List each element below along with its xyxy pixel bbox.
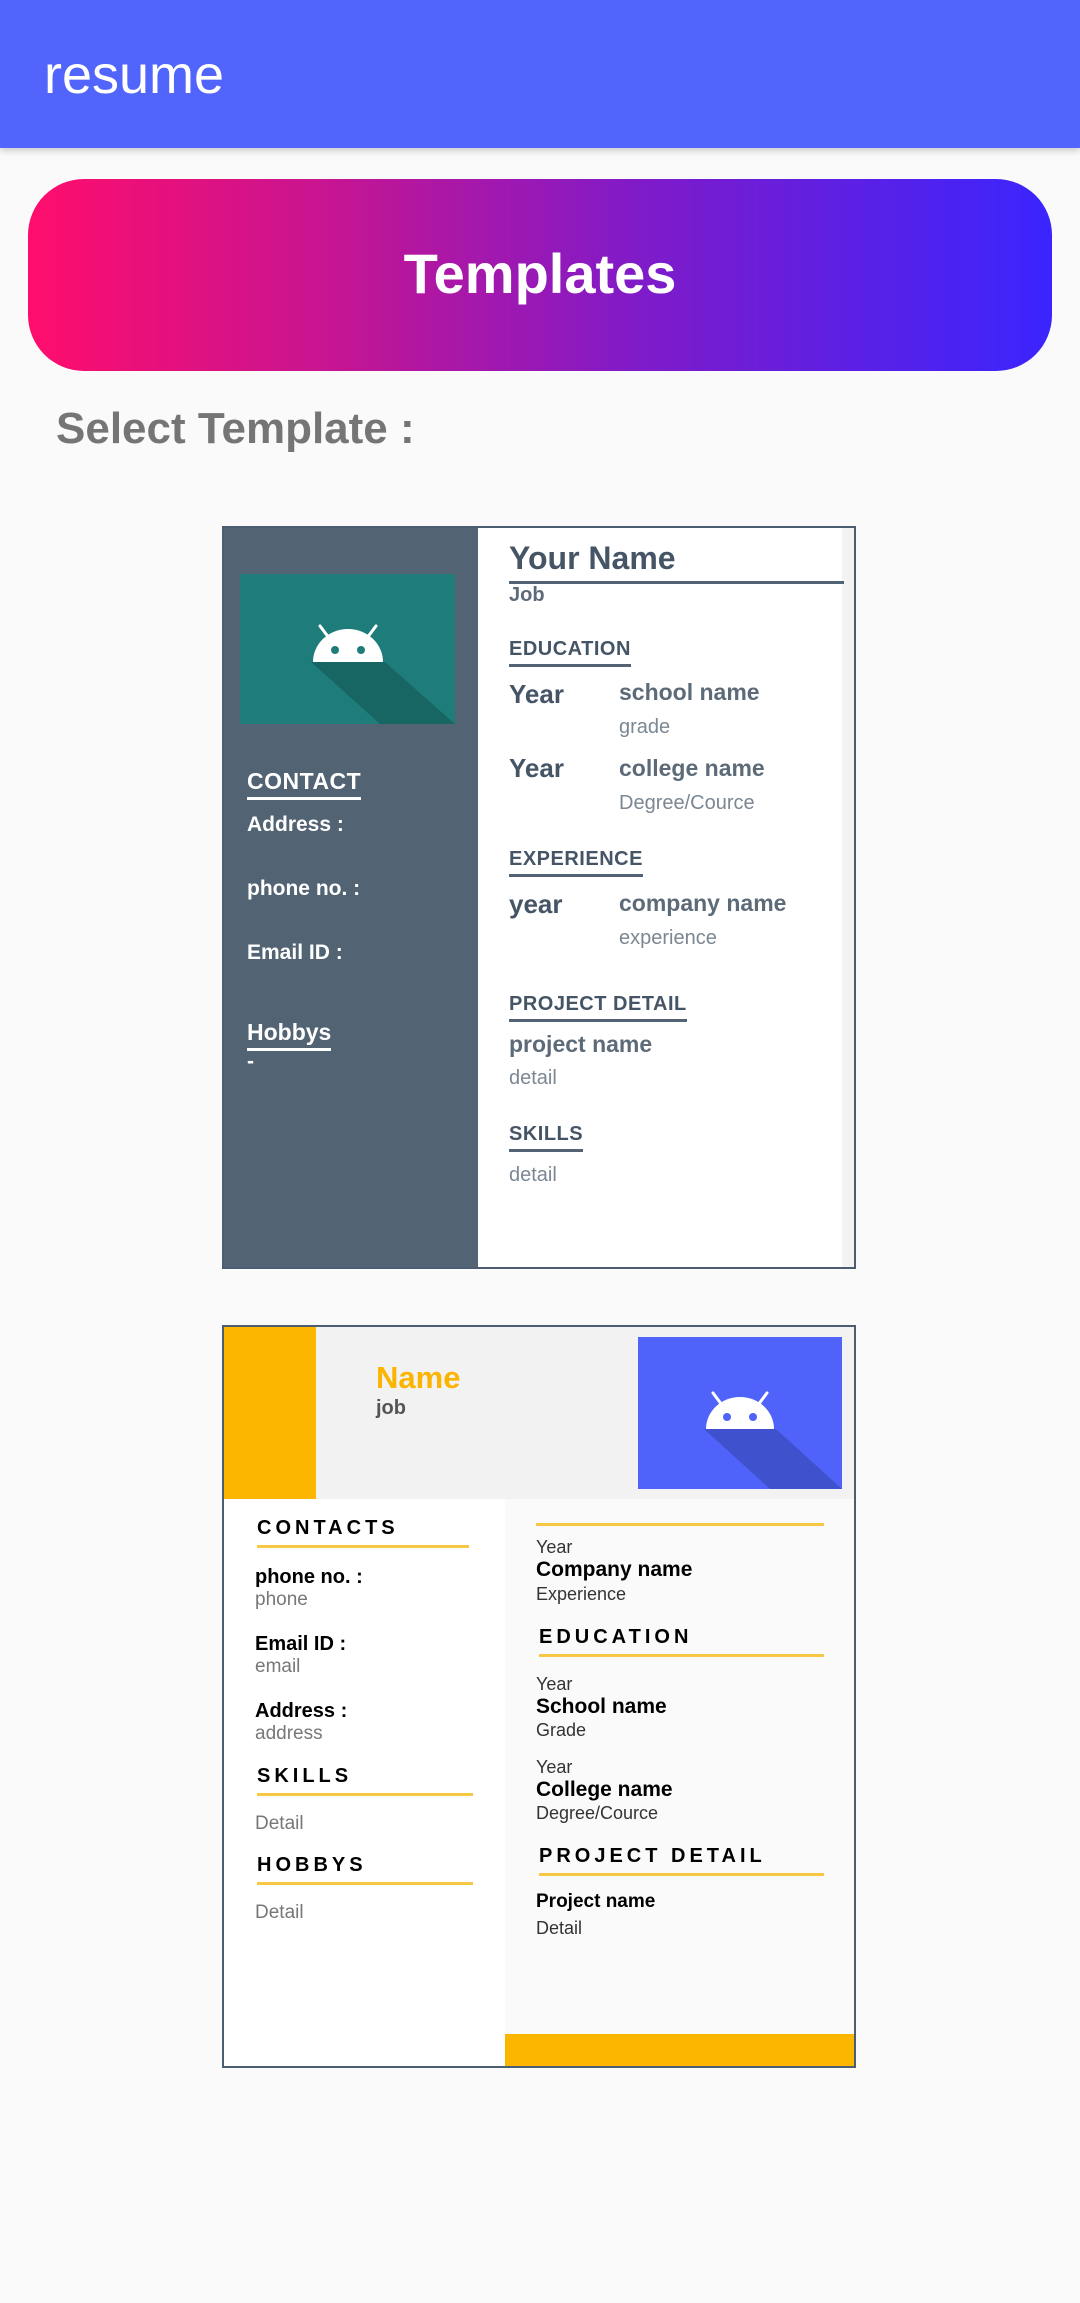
t2-edu-1-year: Year	[536, 1674, 573, 1694]
t2-project-name: Project name	[536, 1891, 656, 1912]
t1-hobbys-heading: Hobbys	[247, 1019, 332, 1051]
t1-exp-detail: experience	[619, 927, 717, 949]
t2-name: Name	[376, 1360, 461, 1395]
t1-hobbys-value: -	[247, 1050, 254, 1073]
app-bar: resume	[0, 0, 1080, 148]
t2-exp-name: Company name	[536, 1558, 693, 1581]
t1-project-name: project name	[509, 1031, 653, 1057]
t2-job: job	[376, 1397, 406, 1419]
t1-sidebar: CONTACT Address : phone no. : Email ID :…	[224, 528, 478, 1267]
t2-photo	[638, 1337, 842, 1489]
t1-education-heading: EDUCATION	[509, 638, 631, 667]
t1-edu-1-year: Year	[509, 679, 564, 709]
t1-edu-1-detail: grade	[619, 716, 671, 738]
template-2-card[interactable]: Name job CONTACTS phone no. : phone Emai…	[222, 1325, 856, 2068]
t2-hobbys-detail: Detail	[255, 1902, 304, 1923]
t2-bottom-accent	[505, 2034, 854, 2066]
t2-exp-detail: Experience	[536, 1584, 627, 1604]
t2-edu-2-detail: Degree/Cource	[536, 1803, 659, 1823]
t1-name-underline	[509, 581, 844, 584]
template-1-card[interactable]: CONTACT Address : phone no. : Email ID :…	[222, 526, 856, 1269]
select-template-label: Select Template :	[56, 404, 415, 453]
t1-edu-2-year: Year	[509, 753, 564, 783]
templates-banner-title: Templates	[403, 242, 677, 305]
t2-experience-rule	[536, 1523, 824, 1526]
t2-edu-2-name: College name	[536, 1778, 673, 1801]
t1-project-heading: PROJECT DETAIL	[509, 993, 687, 1022]
t2-email-value: email	[255, 1656, 301, 1677]
t1-exp-name: company name	[619, 890, 787, 916]
t2-edu-2-year: Year	[536, 1757, 573, 1777]
t2-accent-block	[224, 1327, 316, 1499]
t1-project-detail: detail	[509, 1067, 557, 1089]
t2-education-heading: EDUCATION	[539, 1626, 824, 1657]
t1-job: Job	[509, 584, 545, 606]
t2-phone-value: phone	[255, 1589, 308, 1610]
t2-project-detail: Detail	[536, 1918, 583, 1938]
t2-contacts-heading: CONTACTS	[257, 1517, 469, 1548]
android-icon	[311, 624, 455, 724]
t2-phone-label: phone no. :	[255, 1566, 363, 1588]
t1-contact-heading: CONTACT	[247, 768, 362, 800]
t1-edu-2-detail: Degree/Cource	[619, 792, 755, 814]
t1-name: Your Name	[509, 540, 676, 576]
t2-skills-heading: SKILLS	[257, 1765, 473, 1796]
t1-skills-heading: SKILLS	[509, 1123, 584, 1152]
t2-hobbys-heading: HOBBYS	[257, 1854, 473, 1885]
t2-project-heading: PROJECT DETAIL	[539, 1845, 824, 1876]
t1-edu-1-name: school name	[619, 679, 760, 705]
t1-email-label: Email ID :	[247, 941, 343, 964]
t1-skills-detail: detail	[509, 1164, 557, 1186]
t2-skills-detail: Detail	[255, 1813, 304, 1834]
t1-photo	[240, 574, 455, 724]
t1-exp-year: year	[509, 889, 563, 919]
app-title: resume	[44, 45, 225, 105]
t2-edu-1-name: School name	[536, 1695, 667, 1718]
t1-address-label: Address :	[247, 813, 344, 836]
t2-address-value: address	[255, 1723, 323, 1744]
t2-edu-1-detail: Grade	[536, 1720, 587, 1740]
t1-main: Your Name Job EDUCATION Year school name…	[478, 528, 854, 1267]
t2-email-label: Email ID :	[255, 1633, 347, 1655]
t1-right-strip	[842, 528, 854, 1267]
t1-phone-label: phone no. :	[247, 877, 361, 900]
t2-exp-year: Year	[536, 1537, 573, 1557]
t1-edu-2-name: college name	[619, 755, 765, 781]
t2-address-label: Address :	[255, 1700, 348, 1722]
templates-banner-button[interactable]: Templates	[28, 179, 1052, 371]
android-icon	[704, 1391, 842, 1489]
t1-experience-heading: EXPERIENCE	[509, 848, 643, 877]
